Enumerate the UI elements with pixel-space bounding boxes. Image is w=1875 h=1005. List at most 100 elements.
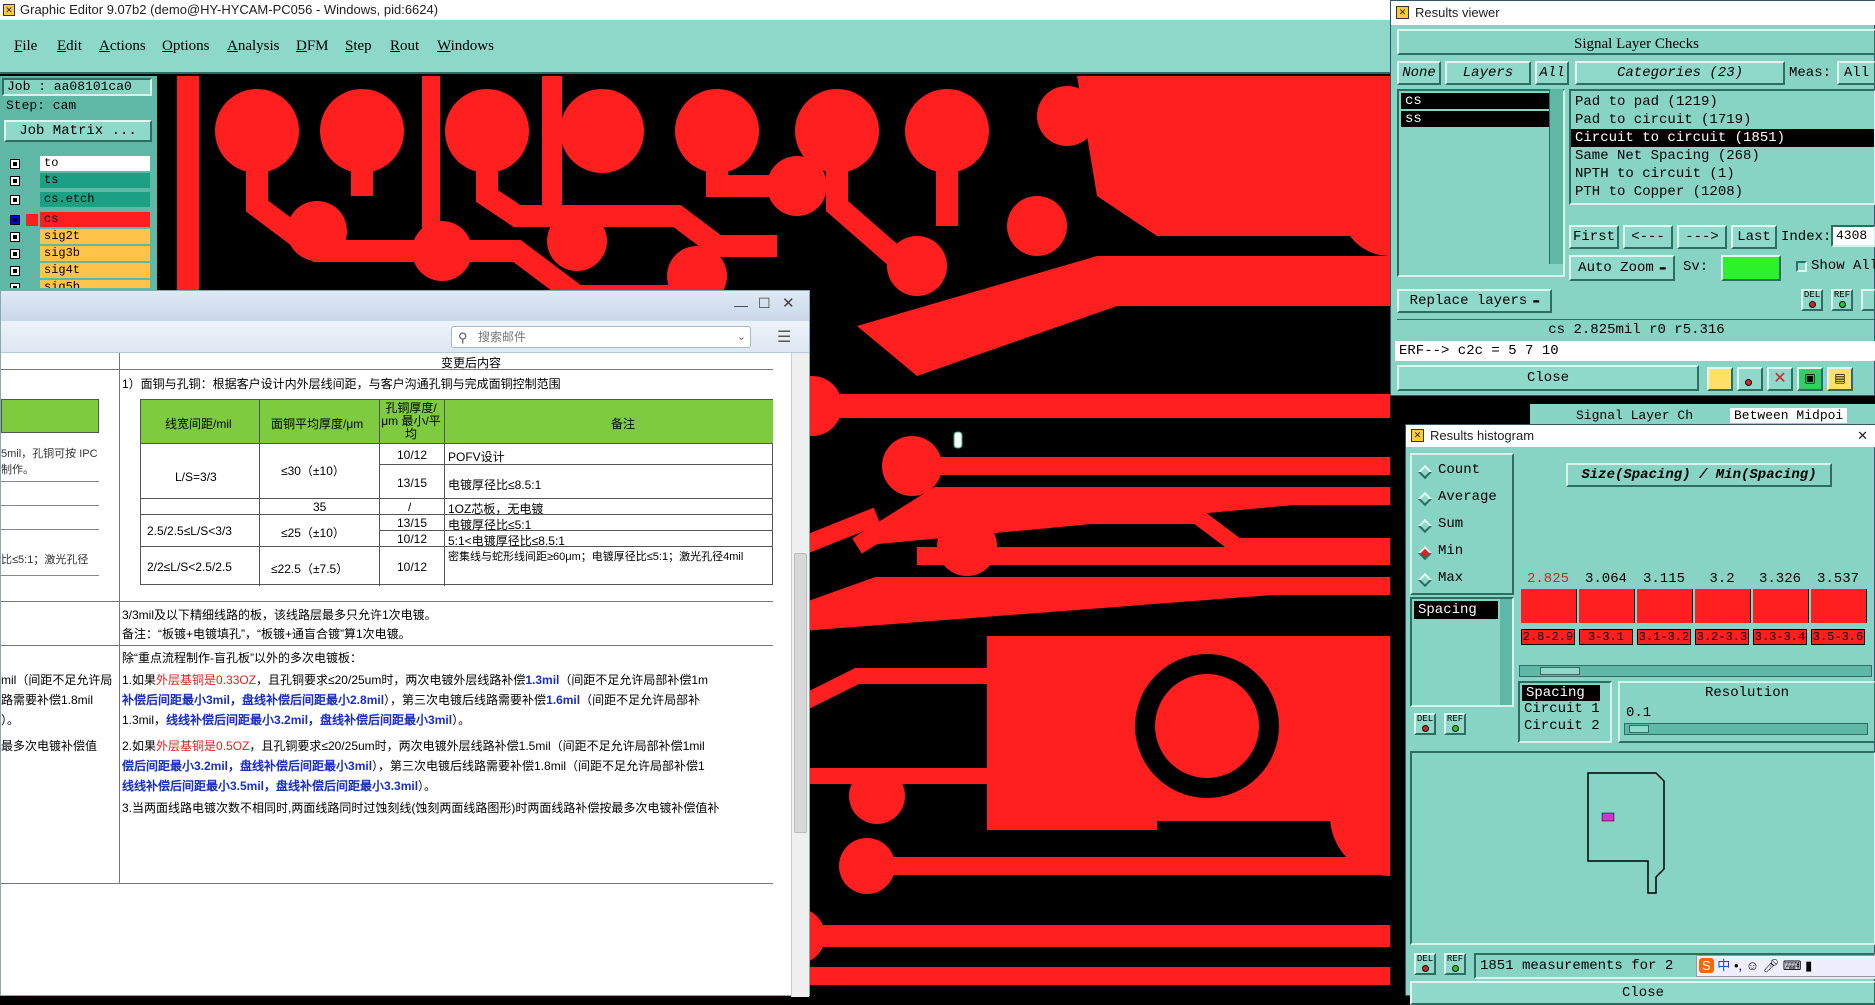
refresh-icon[interactable]: REF — [1444, 713, 1466, 735]
maximize-icon[interactable]: ☐ — [758, 295, 771, 312]
layer-name[interactable]: cs — [40, 212, 150, 227]
histogram-bar[interactable] — [1753, 589, 1809, 623]
bar-category-label[interactable]: 3.2-3.3 — [1695, 629, 1749, 645]
auto-zoom-select[interactable]: Auto Zoom ▬ — [1569, 255, 1675, 281]
delete-icon[interactable]: DEL — [1414, 713, 1436, 735]
tab-signal-layer[interactable]: Signal Layer Ch — [1576, 408, 1693, 423]
attribute-list[interactable]: Spacing — [1410, 597, 1514, 707]
bar-category-label[interactable]: 2.8-2.9 — [1521, 629, 1575, 645]
layers-scrollbar[interactable] — [1549, 89, 1563, 264]
slider-thumb[interactable] — [1629, 725, 1649, 733]
microphone-icon[interactable]: 🎤︎ — [1763, 958, 1780, 973]
refresh-icon[interactable]: REF — [1831, 289, 1853, 311]
highlight-icon[interactable] — [1707, 367, 1733, 391]
layer-row[interactable]: sig3b — [6, 246, 152, 262]
bar-category-label[interactable]: 3.3-3.4 — [1753, 629, 1807, 645]
close-button[interactable]: Close — [1410, 981, 1875, 1005]
count-radio[interactable] — [1417, 464, 1433, 480]
index-input[interactable]: 4308 — [1831, 225, 1875, 247]
mail-scrollbar[interactable] — [791, 353, 809, 997]
skin-icon[interactable]: ▮ — [1805, 958, 1812, 973]
layer-checkbox[interactable] — [10, 215, 20, 225]
minimize-icon[interactable]: — — [734, 297, 748, 313]
layer-row[interactable]: to — [6, 156, 152, 172]
menu-options[interactable]: Options — [162, 38, 210, 55]
categories-list[interactable]: Pad to pad (1219) Pad to circuit (1719) … — [1569, 89, 1875, 205]
refresh-icon[interactable]: REF — [1444, 953, 1466, 975]
chevron-down-icon[interactable]: ⌄ — [737, 327, 746, 347]
histogram-bar[interactable] — [1521, 589, 1577, 623]
bar-category-label[interactable]: 3-3.1 — [1579, 629, 1633, 645]
layer-checkbox[interactable] — [10, 176, 20, 186]
list-item[interactable]: Spacing — [1414, 601, 1498, 619]
layer-row[interactable]: cs — [6, 212, 152, 228]
all-button[interactable]: All — [1535, 61, 1569, 85]
histogram-bar[interactable] — [1637, 589, 1693, 623]
layer-row[interactable]: sig4t — [6, 263, 152, 279]
tab-between-midpoint[interactable]: Between Midpoi — [1730, 408, 1848, 423]
list-item[interactable]: ss — [1401, 111, 1557, 127]
bar-category-label[interactable]: 3.1-3.2 — [1637, 629, 1691, 645]
keyboard-icon[interactable]: ⌨ — [1783, 958, 1802, 973]
histogram-bar[interactable] — [1695, 589, 1751, 623]
layers-list[interactable]: cs ss — [1397, 89, 1565, 277]
layer-checkbox[interactable] — [10, 232, 20, 242]
layer-row[interactable]: cs.etch — [6, 192, 152, 208]
resolution-slider[interactable] — [1624, 723, 1868, 735]
sogou-icon[interactable]: S — [1699, 958, 1714, 973]
none-button[interactable]: None — [1397, 61, 1441, 85]
category-item[interactable]: PTH to Copper (1208) — [1571, 183, 1874, 201]
show-all-checkbox[interactable] — [1796, 261, 1807, 272]
first-button[interactable]: First — [1569, 225, 1619, 249]
category-item[interactable]: Pad to pad (1219) — [1571, 93, 1874, 111]
emoji-icon[interactable]: ☺ — [1746, 958, 1759, 973]
punctuation-icon[interactable]: •, — [1734, 958, 1742, 973]
list-item[interactable]: Circuit 2 — [1520, 718, 1610, 735]
close-button[interactable]: Close — [1397, 365, 1699, 391]
histogram-bar[interactable] — [1579, 589, 1635, 623]
layer-name[interactable]: sig3b — [40, 246, 150, 261]
list-view-icon[interactable]: ☰ — [777, 327, 791, 347]
layer-row[interactable]: ts — [6, 173, 152, 189]
layer-checkbox[interactable] — [10, 266, 20, 276]
scrollbar-thumb[interactable] — [1540, 667, 1580, 675]
layer-name[interactable]: sig2t — [40, 229, 150, 244]
menu-actions[interactable]: Actions — [99, 38, 146, 55]
category-item[interactable]: NPTH to circuit (1) — [1571, 165, 1874, 183]
histogram-bar[interactable] — [1811, 589, 1867, 623]
chinese-mode-icon[interactable]: 中 — [1717, 958, 1730, 973]
attribute-scrollbar[interactable] — [1500, 599, 1512, 705]
category-item[interactable]: Same Net Spacing (268) — [1571, 147, 1874, 165]
circuit-list[interactable]: Spacing Circuit 1 Circuit 2 — [1518, 681, 1612, 743]
layer-name[interactable]: sig4t — [40, 263, 150, 278]
report-icon[interactable]: ▤ — [1827, 367, 1853, 391]
average-radio[interactable] — [1417, 491, 1433, 507]
layer-checkbox[interactable] — [10, 195, 20, 205]
layer-checkbox[interactable] — [10, 283, 20, 288]
sv-color-select[interactable] — [1721, 255, 1781, 281]
categories-button[interactable]: Categories (23) — [1575, 61, 1785, 85]
menu-rout[interactable]: Rout — [390, 38, 419, 55]
menu-analysis[interactable]: Analysis — [227, 38, 280, 55]
list-item[interactable]: Circuit 1 — [1520, 701, 1610, 718]
min-radio[interactable] — [1417, 545, 1433, 561]
prev-button[interactable]: <--- — [1623, 225, 1673, 249]
scrollbar-thumb[interactable] — [794, 553, 807, 833]
histogram-scrollbar[interactable] — [1519, 665, 1872, 677]
replace-layers-select[interactable]: Replace layers ▬ — [1397, 289, 1552, 313]
bar-category-label[interactable]: 3.5-3.6 — [1811, 629, 1865, 645]
layer-row[interactable]: sig5b — [6, 280, 152, 288]
layer-checkbox[interactable] — [10, 159, 20, 169]
close-icon[interactable]: ✕ — [782, 294, 795, 312]
category-item[interactable]: Pad to circuit (1719) — [1571, 111, 1874, 129]
menu-step[interactable]: Step — [345, 38, 372, 55]
menu-file[interactable]: File — [14, 38, 37, 55]
more-icon[interactable] — [1861, 289, 1875, 311]
layer-name[interactable]: sig5b — [40, 280, 150, 288]
layer-name[interactable]: cs.etch — [40, 192, 150, 207]
layer-name[interactable]: ts — [40, 173, 150, 188]
layer-name[interactable]: to — [40, 156, 150, 171]
close-icon[interactable]: ✕ — [1857, 425, 1868, 447]
menu-windows[interactable]: Windows — [437, 38, 494, 55]
meas-select[interactable]: All — [1837, 61, 1875, 85]
